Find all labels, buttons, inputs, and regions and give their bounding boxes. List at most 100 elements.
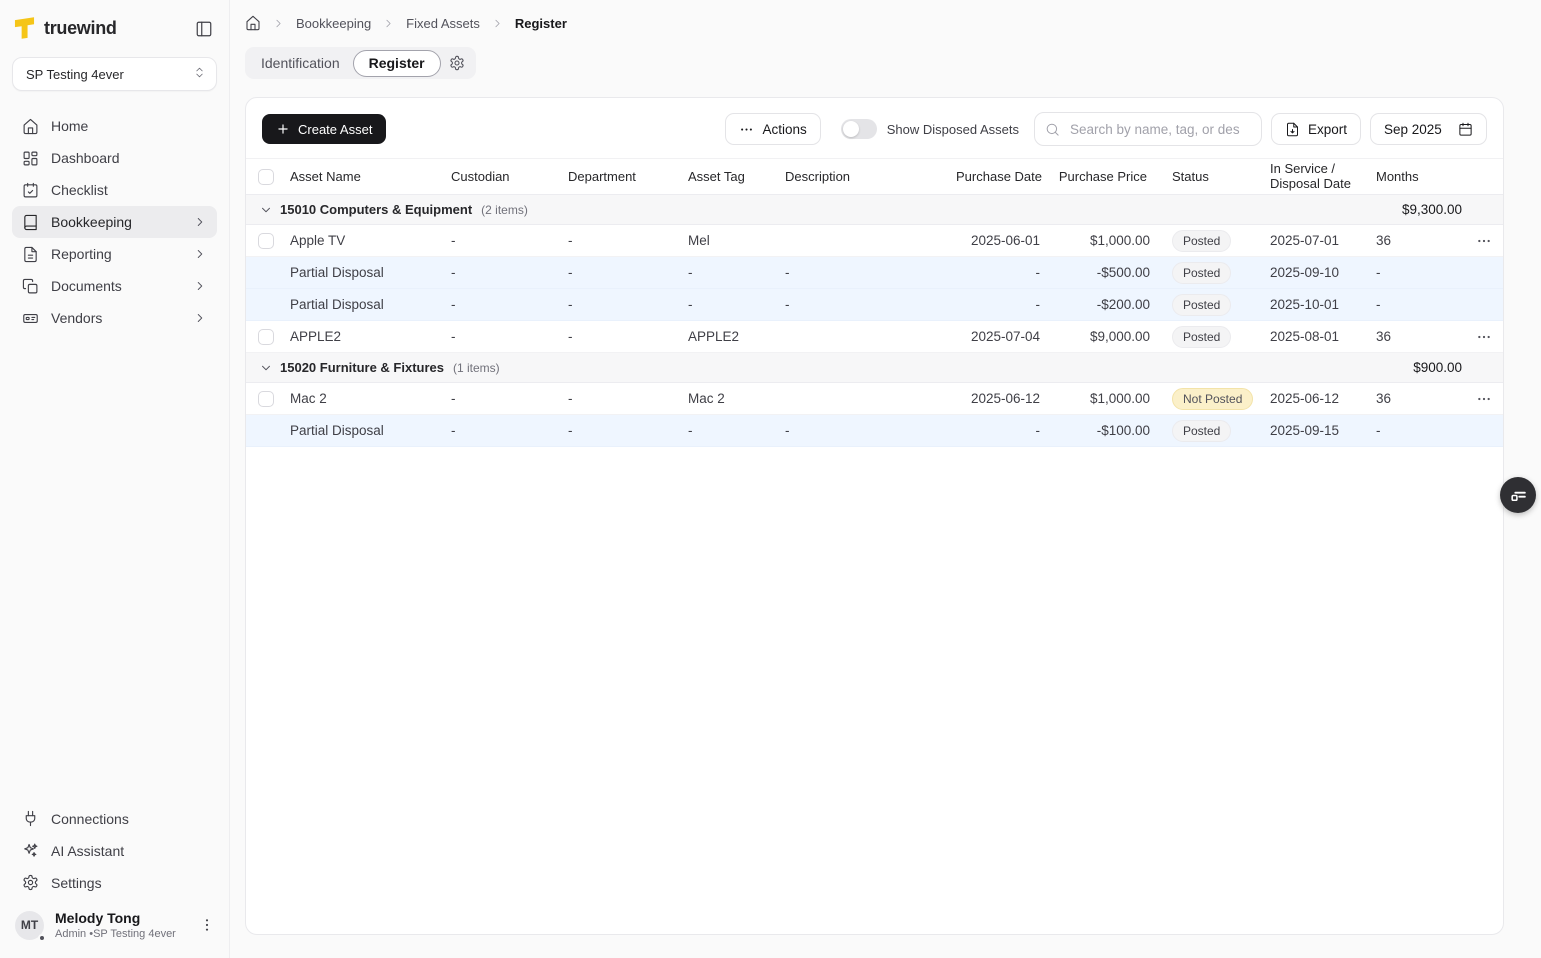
cell-months: - — [1370, 297, 1464, 312]
cell-purchase-price: -$500.00 — [1044, 265, 1151, 280]
cell-in-service: 2025-06-12 — [1262, 391, 1370, 406]
show-disposed-toggle[interactable] — [841, 119, 877, 139]
cell-in-service: 2025-09-15 — [1262, 423, 1370, 438]
sidebar-item-reporting[interactable]: Reporting — [12, 238, 217, 270]
user-menu-icon[interactable] — [199, 917, 215, 933]
sidebar-item-label: Bookkeeping — [51, 214, 132, 230]
register-settings-icon[interactable] — [441, 55, 472, 71]
tab-bar: Identification Register — [245, 47, 1504, 79]
cell-asset-tag: - — [680, 297, 777, 312]
table-row[interactable]: Mac 2 - - Mac 2 2025-06-12 $1,000.00 Not… — [246, 383, 1503, 415]
cell-purchase-date: - — [948, 423, 1044, 438]
cell-description: - — [777, 297, 948, 312]
ellipsis-icon — [1476, 233, 1492, 249]
cell-custodian: - — [443, 391, 560, 406]
row-checkbox[interactable] — [258, 391, 274, 407]
cell-asset-tag: - — [680, 265, 777, 280]
cell-department: - — [560, 265, 680, 280]
select-all-checkbox[interactable] — [258, 169, 274, 185]
chevron-right-icon — [193, 215, 207, 229]
cell-purchase-date: 2025-06-01 — [948, 233, 1044, 248]
chevron-right-icon — [491, 17, 504, 30]
cell-description: - — [777, 423, 948, 438]
tab-identification[interactable]: Identification — [248, 55, 353, 71]
file-export-icon — [1285, 122, 1300, 137]
cell-months: 36 — [1370, 391, 1464, 406]
table-row-partial-disposal[interactable]: Partial Disposal - - - - - -$200.00 Post… — [246, 289, 1503, 321]
search-icon — [1045, 122, 1060, 137]
breadcrumb-fixed-assets[interactable]: Fixed Assets — [406, 16, 480, 31]
cell-purchase-date: 2025-07-04 — [948, 329, 1044, 344]
cell-department: - — [560, 233, 680, 248]
avatar: MT — [15, 911, 44, 940]
ellipsis-icon — [1476, 329, 1492, 345]
sidebar-item-documents[interactable]: Documents — [12, 270, 217, 302]
sidebar-item-checklist[interactable]: Checklist — [12, 174, 217, 206]
table-row-partial-disposal[interactable]: Partial Disposal - - - - - -$100.00 Post… — [246, 415, 1503, 447]
sidebar-item-label: Documents — [51, 278, 122, 294]
tab-group: Identification Register — [245, 47, 476, 79]
column-header-in-service: In Service / Disposal Date — [1262, 162, 1370, 192]
row-actions-button[interactable] — [1464, 391, 1503, 407]
cell-asset-tag: Mac 2 — [680, 391, 777, 406]
cell-department: - — [560, 391, 680, 406]
main-content: Bookkeeping Fixed Assets Register Identi… — [230, 0, 1541, 958]
user-profile[interactable]: MT Melody Tong Admin •SP Testing 4ever — [0, 899, 229, 958]
chevron-down-icon[interactable] — [246, 203, 280, 217]
table-row[interactable]: APPLE2 - - APPLE2 2025-07-04 $9,000.00 P… — [246, 321, 1503, 353]
user-name: Melody Tong — [55, 911, 176, 926]
search-box — [1034, 112, 1262, 146]
cell-purchase-price: $1,000.00 — [1044, 391, 1151, 406]
breadcrumb-bookkeeping[interactable]: Bookkeeping — [296, 16, 371, 31]
group-row-15010[interactable]: 15010 Computers & Equipment (2 items) $9… — [246, 195, 1503, 225]
group-row-15020[interactable]: 15020 Furniture & Fixtures (1 items) $90… — [246, 353, 1503, 383]
sidebar-item-vendors[interactable]: Vendors — [12, 302, 217, 334]
table-row[interactable]: Apple TV - - Mel 2025-06-01 $1,000.00 Po… — [246, 225, 1503, 257]
cell-department: - — [560, 297, 680, 312]
period-selector-button[interactable]: Sep 2025 — [1370, 113, 1487, 145]
row-checkbox[interactable] — [258, 233, 274, 249]
cell-in-service: 2025-07-01 — [1262, 233, 1370, 248]
sidebar-item-settings[interactable]: Settings — [12, 867, 217, 899]
table-row-partial-disposal[interactable]: Partial Disposal - - - - - -$500.00 Post… — [246, 257, 1503, 289]
ellipsis-icon — [1476, 391, 1492, 407]
feedback-widget-button[interactable] — [1500, 477, 1536, 513]
chevron-right-icon — [193, 247, 207, 261]
avatar-initials: MT — [21, 918, 38, 932]
cell-status: Posted — [1151, 294, 1262, 316]
home-icon[interactable] — [245, 15, 261, 31]
sidebar-item-home[interactable]: Home — [12, 110, 217, 142]
cell-in-service: 2025-09-10 — [1262, 265, 1370, 280]
sidebar-item-bookkeeping[interactable]: Bookkeeping — [12, 206, 217, 238]
row-actions-button[interactable] — [1464, 233, 1503, 249]
chevron-down-icon[interactable] — [246, 361, 280, 375]
user-meta: Admin •SP Testing 4ever — [55, 928, 176, 940]
search-input[interactable] — [1068, 121, 1251, 138]
sidebar-item-connections[interactable]: Connections — [12, 803, 217, 835]
row-checkbox-cell — [246, 233, 282, 249]
workspace-name: SP Testing 4ever — [26, 67, 124, 82]
sidebar-item-dashboard[interactable]: Dashboard — [12, 142, 217, 174]
status-badge: Posted — [1172, 230, 1231, 252]
row-checkbox[interactable] — [258, 329, 274, 345]
sidebar-item-ai-assistant[interactable]: AI Assistant — [12, 835, 217, 867]
row-actions-button[interactable] — [1464, 329, 1503, 345]
sidebar-collapse-icon[interactable] — [195, 20, 213, 38]
sidebar-item-label: Reporting — [51, 246, 112, 262]
status-badge: Posted — [1172, 420, 1231, 442]
tab-register[interactable]: Register — [353, 50, 441, 77]
export-button[interactable]: Export — [1271, 113, 1361, 145]
cell-status: Posted — [1151, 262, 1262, 284]
ai-assistant-icon — [22, 842, 39, 859]
sidebar-spacer — [0, 334, 229, 786]
group-total: $900.00 — [1413, 360, 1503, 375]
actions-button[interactable]: Actions — [725, 113, 820, 145]
chevron-right-icon — [382, 17, 395, 30]
status-badge: Posted — [1172, 294, 1231, 316]
create-asset-button[interactable]: Create Asset — [262, 114, 386, 144]
cell-department: - — [560, 329, 680, 344]
status-badge: Posted — [1172, 262, 1231, 284]
workspace-selector[interactable]: SP Testing 4ever — [12, 57, 217, 91]
connections-icon — [22, 810, 39, 827]
vendors-icon — [22, 310, 39, 327]
